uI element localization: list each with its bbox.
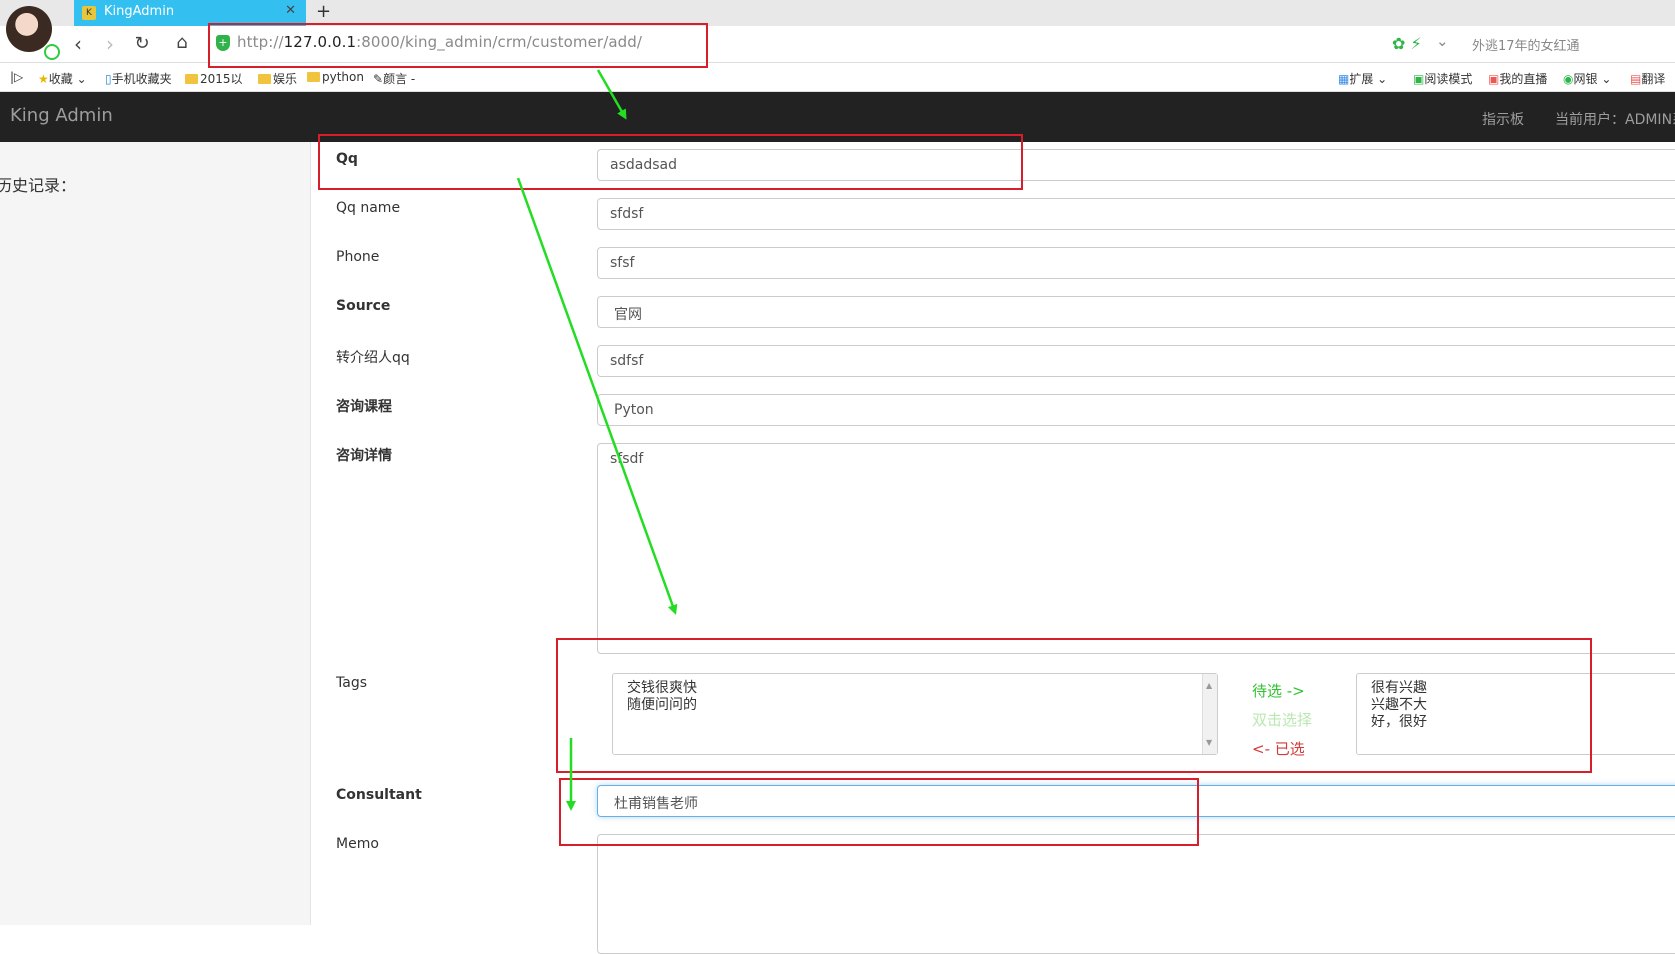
annotation-arrows — [516, 69, 678, 811]
arrow-qq-to-tags — [516, 177, 678, 615]
profile-avatar[interactable] — [6, 6, 52, 52]
online-status-icon — [44, 44, 60, 60]
arrow-url-to-form — [596, 69, 627, 120]
